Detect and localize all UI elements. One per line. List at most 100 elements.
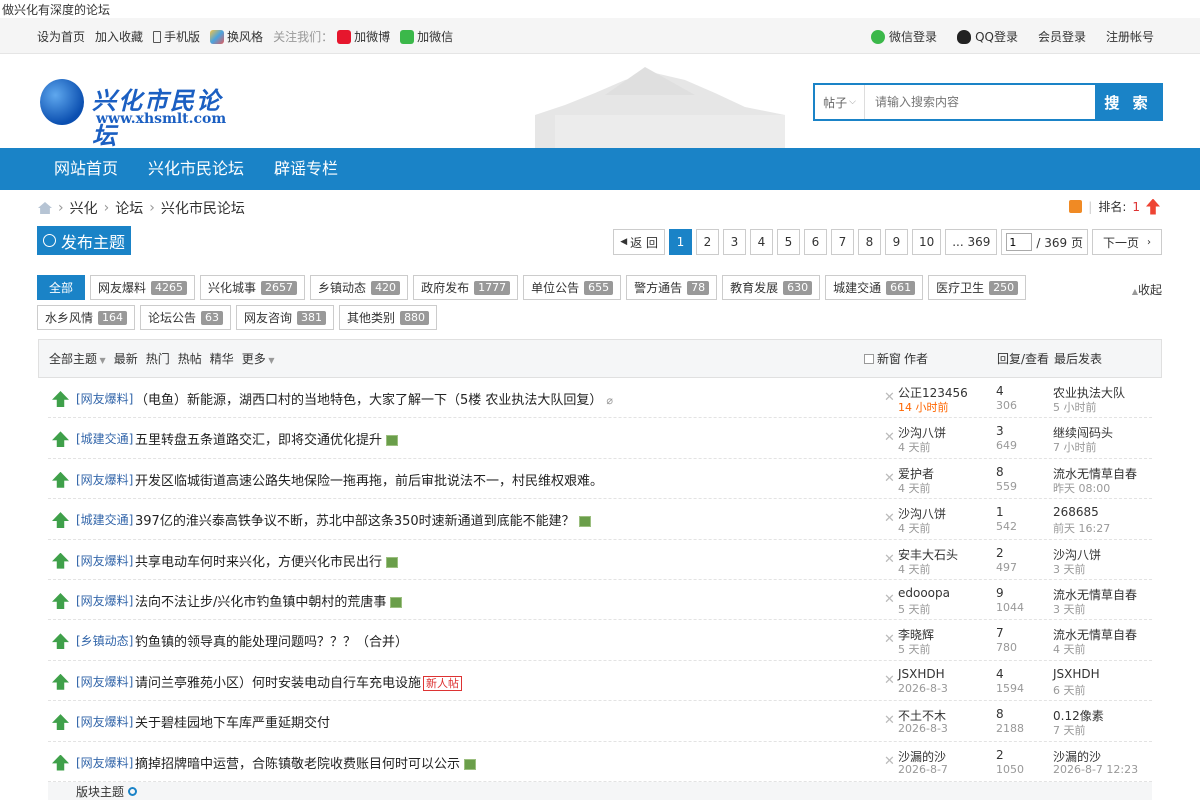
filter-digest[interactable]: 精华 xyxy=(210,350,234,367)
thread-title-link[interactable]: 五里转盘五条道路交汇，即将交通优化提升 xyxy=(135,429,399,448)
wechat-login-link[interactable]: 微信登录 xyxy=(871,28,937,45)
thread-status-icon[interactable] xyxy=(52,512,69,529)
close-icon[interactable]: ✕ xyxy=(884,552,895,567)
breadcrumb-item[interactable]: 兴化市民论坛 xyxy=(161,198,245,218)
page-7[interactable]: 7 xyxy=(830,229,854,255)
thread-title-link[interactable]: 397亿的淮兴泰高铁争议不断，苏北中部这条350时速新通道到底能不能建？ xyxy=(135,510,591,529)
filter-more[interactable]: 更多 ▼ xyxy=(242,350,275,367)
thread-status-icon[interactable] xyxy=(52,754,69,771)
switch-skin-link[interactable]: 换风格 xyxy=(210,28,263,45)
category-chip[interactable]: 警方通告 78 xyxy=(626,275,718,300)
thread-category-tag[interactable]: [网友爆料] xyxy=(76,754,133,771)
thread-status-icon[interactable] xyxy=(52,673,69,690)
next-page-button[interactable]: 下一页 › xyxy=(1091,229,1162,255)
new-thread-button[interactable]: 发布主题 xyxy=(37,226,131,255)
thread-status-icon[interactable] xyxy=(52,391,69,407)
thread-category-tag[interactable]: [网友爆料] xyxy=(76,390,133,407)
nav-home[interactable]: 网站首页 xyxy=(39,148,133,190)
thread-title-link[interactable]: 开发区临城街道高速公路失地保险一拖再拖，前后审批说法不一，村民维权艰难。 xyxy=(135,470,603,489)
close-icon[interactable]: ✕ xyxy=(884,713,895,728)
close-icon[interactable]: ✕ xyxy=(884,673,895,688)
last-post-time[interactable]: 4 天前 xyxy=(1053,641,1086,657)
nav-rumor[interactable]: 辟谣专栏 xyxy=(259,148,353,190)
category-chip[interactable]: 教育发展 630 xyxy=(722,275,821,300)
close-icon[interactable]: ✕ xyxy=(884,592,895,607)
page-last[interactable]: ... 369 xyxy=(945,229,998,255)
wechat-link[interactable]: 加微信 xyxy=(400,28,453,45)
filter-latest[interactable]: 最新 xyxy=(114,350,138,367)
mobile-link[interactable]: 手机版 xyxy=(153,28,200,45)
page-10[interactable]: 10 xyxy=(911,229,942,255)
thread-title-link[interactable]: 法向不法让步/兴化市钓鱼镇中朝村的荒唐事 xyxy=(135,591,403,610)
filter-all[interactable]: 全部主题 ▼ xyxy=(49,350,106,367)
thread-author[interactable]: edooopa xyxy=(898,586,950,600)
close-icon[interactable]: ✕ xyxy=(884,390,895,405)
weibo-link[interactable]: 加微博 xyxy=(337,28,390,45)
filter-hot[interactable]: 热门 xyxy=(146,350,170,367)
page-1[interactable]: 1 xyxy=(668,229,692,255)
category-chip[interactable]: 网友咨询 381 xyxy=(236,305,335,330)
category-chip[interactable]: 兴化城事 2657 xyxy=(200,275,306,300)
thread-status-icon[interactable] xyxy=(52,431,69,448)
page-5[interactable]: 5 xyxy=(776,229,800,255)
site-logo[interactable]: 兴化市民论坛 www.xhsmlt.com xyxy=(40,77,230,150)
thread-status-icon[interactable] xyxy=(52,592,69,609)
thread-status-icon[interactable] xyxy=(52,714,69,731)
category-chip[interactable]: 其他类别 880 xyxy=(339,305,438,330)
category-chip[interactable]: 全部 xyxy=(37,275,86,300)
breadcrumb-item[interactable]: 兴化 xyxy=(70,198,98,218)
back-button[interactable]: ◀ 返 回 xyxy=(613,229,665,255)
last-poster[interactable]: 268685 xyxy=(1053,505,1099,519)
last-post-time[interactable]: 7 天前 xyxy=(1053,722,1086,738)
last-post-time[interactable]: 2026-8-7 12:23 xyxy=(1053,763,1138,776)
register-link[interactable]: 注册帐号 xyxy=(1106,28,1154,45)
thread-category-tag[interactable]: [网友爆料] xyxy=(76,592,133,609)
member-login-link[interactable]: 会员登录 xyxy=(1038,28,1086,45)
category-chip[interactable]: 论坛公告 63 xyxy=(140,305,232,330)
thread-category-tag[interactable]: [城建交通] xyxy=(76,511,133,528)
breadcrumb-item[interactable]: 论坛 xyxy=(115,198,143,218)
category-chip[interactable]: 单位公告 655 xyxy=(523,275,622,300)
last-post-time[interactable]: 3 天前 xyxy=(1053,601,1086,617)
home-icon[interactable] xyxy=(38,202,52,214)
last-post-time[interactable]: 6 天前 xyxy=(1053,682,1086,698)
search-scope-select[interactable]: 帖子 ⌵ xyxy=(815,85,865,119)
thread-category-tag[interactable]: [网友爆料] xyxy=(76,713,133,730)
category-chip[interactable]: 政府发布 1777 xyxy=(413,275,519,300)
search-input[interactable] xyxy=(865,85,1095,119)
search-button[interactable]: 搜 索 xyxy=(1095,85,1161,119)
refresh-icon[interactable] xyxy=(128,786,138,796)
add-favorite-link[interactable]: 加入收藏 xyxy=(95,28,143,45)
last-post-time[interactable]: 前天 16:27 xyxy=(1053,520,1110,536)
close-icon[interactable]: ✕ xyxy=(884,632,895,647)
last-post-time[interactable]: 昨天 08:00 xyxy=(1053,480,1110,496)
thread-title-link[interactable]: 共享电动车何时来兴化，方便兴化市民出行 xyxy=(135,551,399,570)
category-chip[interactable]: 乡镇动态 420 xyxy=(310,275,409,300)
category-chip[interactable]: 网友爆料 4265 xyxy=(90,275,196,300)
category-chip[interactable]: 水乡风情 164 xyxy=(37,305,136,330)
page-2[interactable]: 2 xyxy=(695,229,719,255)
thread-title-link[interactable]: 关于碧桂园地下车库严重延期交付 xyxy=(135,712,330,731)
thread-status-icon[interactable] xyxy=(52,633,69,650)
new-window-checkbox[interactable] xyxy=(864,353,874,364)
thread-author[interactable]: JSXHDH xyxy=(898,667,945,681)
thread-category-tag[interactable]: [网友爆料] xyxy=(76,673,133,690)
page-6[interactable]: 6 xyxy=(803,229,827,255)
last-post-time[interactable]: 5 小时前 xyxy=(1053,399,1097,415)
thread-category-tag[interactable]: [网友爆料] xyxy=(76,471,133,488)
nav-forum[interactable]: 兴化市民论坛 xyxy=(133,148,259,190)
thread-title-link[interactable]: 钓鱼镇的领导真的能处理问题吗？？？（合并） xyxy=(135,631,408,650)
category-chip[interactable]: 城建交通 661 xyxy=(825,275,924,300)
rss-icon[interactable] xyxy=(1069,200,1083,213)
thread-category-tag[interactable]: [乡镇动态] xyxy=(76,632,133,649)
thread-category-tag[interactable]: [城建交通] xyxy=(76,430,133,447)
category-chip[interactable]: 医疗卫生 250 xyxy=(928,275,1027,300)
page-3[interactable]: 3 xyxy=(722,229,746,255)
thread-category-tag[interactable]: [网友爆料] xyxy=(76,552,133,569)
page-4[interactable]: 4 xyxy=(749,229,773,255)
thread-title-link[interactable]: （电鱼）新能源，湖西口村的当地特色，大家了解一下（5楼 农业执法大队回复） ⌀ xyxy=(135,389,613,408)
last-poster[interactable]: JSXHDH xyxy=(1053,667,1100,681)
thread-status-icon[interactable] xyxy=(52,552,69,569)
last-post-time[interactable]: 3 天前 xyxy=(1053,561,1086,577)
close-icon[interactable]: ✕ xyxy=(884,430,895,445)
